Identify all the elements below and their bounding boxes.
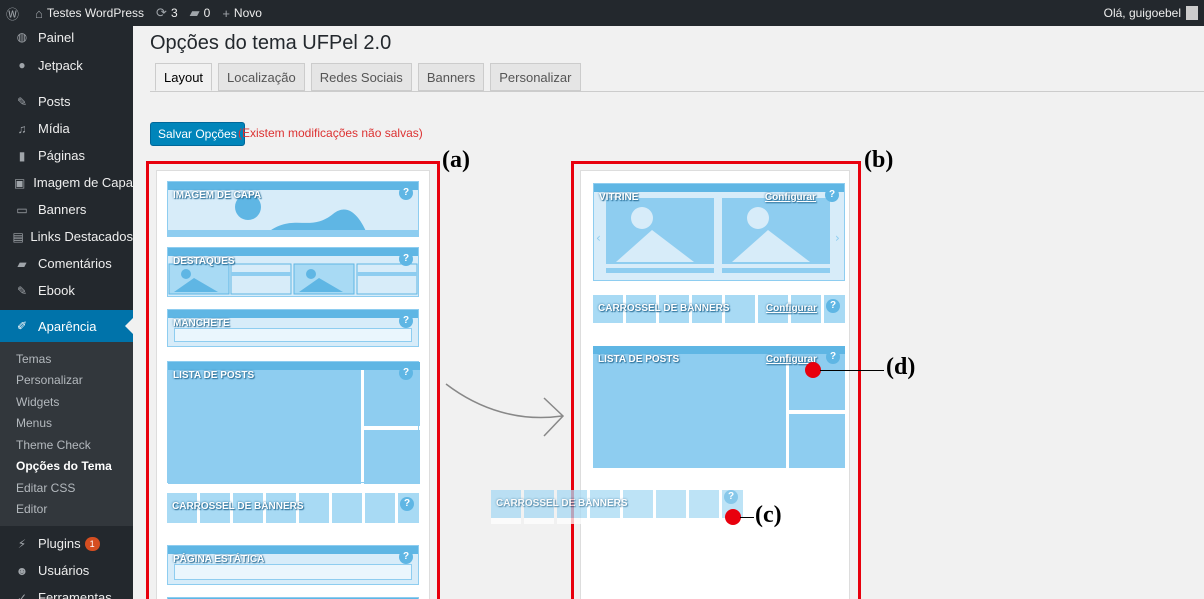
submenu-personalizar[interactable]: Personalizar (0, 370, 133, 392)
drag-arrow-icon (445, 383, 565, 437)
media-icon: ♫ (17, 121, 27, 136)
submenu-theme-check[interactable]: Theme Check (0, 434, 133, 456)
sidebar-item-banners[interactable]: ▭ Banners (0, 196, 133, 223)
submenu-editor[interactable]: Editor (0, 499, 133, 521)
dashboard-icon: ◍ (16, 30, 28, 44)
sidebar-item-links-destacados[interactable]: ▤ Links Destacados (0, 223, 133, 250)
pin-icon: ✎ (16, 94, 28, 109)
sidebar-item-comentarios[interactable]: ▰ Comentários (0, 250, 133, 277)
tab-personalizar[interactable]: Personalizar (490, 63, 581, 91)
sidebar-item-jetpack[interactable]: ● Jetpack (0, 48, 133, 82)
annotation-b: (b) (864, 147, 894, 173)
tab-redes-sociais[interactable]: Redes Sociais (310, 63, 412, 91)
banner-icon: ▭ (16, 202, 28, 217)
highlight-box-a (146, 161, 440, 599)
sidebar-item-paginas[interactable]: ▮ Páginas (0, 142, 133, 169)
plus-icon: + (222, 5, 230, 21)
sidebar-item-midia[interactable]: ♫ Mídia (0, 115, 133, 142)
admin-bar: Ⓦ ⌂ Testes WordPress ⟳ 3 ▰ 0 + Novo Olá, gui… (0, 0, 1204, 26)
sidebar-item-painel[interactable]: ◍ Painel (0, 26, 133, 48)
pin-icon: ✎ (16, 283, 28, 298)
submenu-editar-css[interactable]: Editar CSS (0, 477, 133, 499)
unsaved-changes-note: (Existem modificações não salvas) (238, 126, 423, 140)
wp-icon: Ⓦ (6, 6, 20, 22)
comments-link[interactable]: ▰ 0 (190, 5, 211, 21)
tabs-divider (150, 91, 1204, 92)
users-icon: ☻ (15, 563, 29, 578)
banner-tile (689, 490, 719, 524)
submenu-widgets[interactable]: Widgets (0, 391, 133, 413)
help-icon[interactable]: ? (724, 490, 738, 504)
jetpack-icon: ● (18, 58, 26, 72)
tab-layout[interactable]: Layout (155, 63, 213, 91)
tab-banners[interactable]: Banners (417, 63, 485, 91)
options-tabs: Layout Localização Redes Sociais Banners… (155, 63, 587, 91)
annotation-dot-c (725, 509, 741, 525)
account-link[interactable]: Olá, guigoebel (1104, 0, 1198, 26)
sidebar-item-ferramentas[interactable]: ✓ Ferramentas (0, 584, 133, 599)
wordpress-logo[interactable]: Ⓦ (6, 4, 23, 23)
plugins-update-badge: 1 (84, 536, 100, 551)
image-icon: ▣ (13, 175, 26, 190)
annotation-d: (d) (886, 354, 916, 380)
new-content-link[interactable]: + Novo (222, 6, 262, 21)
pages-icon: ▮ (18, 148, 26, 163)
sidebar-item-imagem-de-capa[interactable]: ▣ Imagem de Capa (0, 169, 133, 196)
annotation-dot-d (805, 362, 821, 378)
brush-icon: ✐ (16, 319, 28, 333)
save-options-button[interactable]: Salvar Opções (150, 122, 245, 146)
site-name-link[interactable]: ⌂ Testes WordPress (35, 6, 144, 21)
tools-icon: ✓ (16, 590, 28, 599)
submenu-menus[interactable]: Menus (0, 413, 133, 435)
links-icon: ▤ (12, 229, 24, 244)
annotation-leader-c (740, 517, 754, 518)
page-title: Opções do tema UFPel 2.0 (150, 32, 392, 54)
submenu-opcoes-do-tema[interactable]: Opções do Tema (0, 456, 133, 478)
banner-tile (656, 490, 686, 524)
admin-sidebar: ◍ Painel ● Jetpack ✎ Posts ♫ Mídia ▮ Páginas … (0, 26, 133, 599)
avatar (1186, 6, 1198, 20)
refresh-icon: ⟳ (156, 5, 167, 20)
sidebar-item-usuarios[interactable]: ☻ Usuários (0, 557, 133, 584)
tab-localizacao[interactable]: Localização (218, 63, 305, 91)
home-icon: ⌂ (35, 5, 43, 21)
sidebar-item-plugins[interactable]: ⚡ Plugins 1 (0, 530, 133, 557)
updates-link[interactable]: ⟳ 3 (156, 5, 178, 21)
comment-icon: ▰ (17, 256, 27, 271)
annotation-leader-d (820, 370, 884, 371)
comment-icon: ▰ (189, 5, 200, 20)
submenu-temas[interactable]: Temas (0, 348, 133, 370)
appearance-submenu: Temas Personalizar Widgets Menus Theme C… (0, 342, 133, 526)
sidebar-item-posts[interactable]: ✎ Posts (0, 88, 133, 115)
sidebar-item-aparencia[interactable]: ✐ Aparência (0, 310, 133, 342)
highlight-box-b (571, 161, 861, 599)
annotation-a: (a) (442, 147, 470, 173)
sidebar-item-ebook[interactable]: ✎ Ebook (0, 277, 133, 304)
dragged-widget-carrossel[interactable]: CARROSSEL DE BANNERS ? (491, 490, 745, 524)
plugin-icon: ⚡ (17, 536, 27, 551)
annotation-c: (c) (755, 502, 782, 528)
